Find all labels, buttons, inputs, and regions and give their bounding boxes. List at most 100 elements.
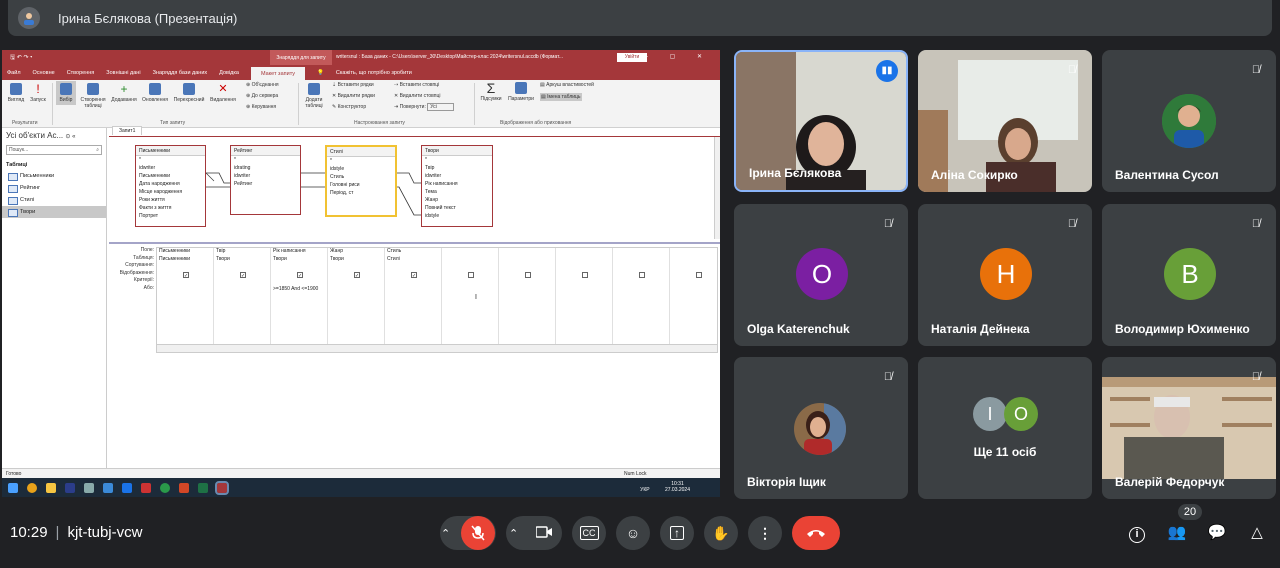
participant-tile[interactable]: 🎙̸ Валерій Федорчук: [1102, 357, 1276, 499]
totals-button[interactable]: Σ Підсумки: [478, 81, 504, 102]
show-checkbox[interactable]: ✓: [297, 271, 303, 279]
nav-item-table[interactable]: Твори: [2, 206, 106, 218]
grid-column-empty[interactable]: [613, 248, 670, 344]
insert-rows-button[interactable]: ⇣ Вставити рядки: [332, 82, 374, 88]
tab-home[interactable]: Основне: [33, 70, 55, 76]
present-button[interactable]: ↑: [660, 516, 694, 550]
nav-item-table[interactable]: Рейтинг: [2, 182, 106, 194]
show-checkbox[interactable]: ✓: [354, 271, 360, 279]
access-icon[interactable]: [215, 480, 229, 495]
show-checkbox[interactable]: [639, 271, 645, 278]
delete-cols-button[interactable]: ✕ Видалити стовпці: [394, 93, 440, 99]
window-controls[interactable]: ? — ▢ ✕: [617, 53, 712, 60]
crosstab-button[interactable]: Перехресний: [172, 83, 206, 103]
nav-section-tables[interactable]: Таблиці: [2, 157, 106, 170]
tab-help[interactable]: Довідка: [219, 70, 239, 76]
delete-rows-button[interactable]: ✕ Видалити рядки: [332, 93, 375, 99]
union-button[interactable]: ⊕ Об'єднання: [246, 82, 279, 88]
table-pane-scrollbar[interactable]: [714, 137, 720, 239]
tab-query-design[interactable]: Макет запиту: [250, 66, 306, 81]
pane-splitter[interactable]: [109, 242, 720, 244]
table-rating[interactable]: Рейтинг * idrating idwriter Рейтинг: [230, 145, 301, 215]
chevron-up-icon[interactable]: ⌃: [441, 527, 461, 540]
grid-column[interactable]: Стиль Стилі ✓: [385, 248, 442, 344]
nav-toggle-icon[interactable]: ⊙ «: [65, 134, 75, 140]
participant-tile[interactable]: 🎙̸ Валентина Сусол: [1102, 50, 1276, 192]
start-icon[interactable]: [8, 482, 18, 493]
excel-icon[interactable]: [198, 482, 208, 493]
quick-access-icons[interactable]: 🖫 ↶ ↷ ▾: [10, 53, 32, 63]
select-button[interactable]: Вибір: [56, 81, 76, 105]
query-tab[interactable]: Запит1: [109, 126, 720, 137]
grid-scrollbar[interactable]: [157, 344, 717, 352]
participant-tile[interactable]: В 🎙̸ Володимир Юхименко: [1102, 204, 1276, 346]
grid-column-empty[interactable]: [499, 248, 556, 344]
participant-tile[interactable]: 🎙̸ Вікторія Іщик: [734, 357, 908, 499]
show-checkbox[interactable]: [696, 271, 702, 278]
tab-create[interactable]: Створення: [67, 70, 95, 76]
reactions-button[interactable]: ☺: [616, 516, 650, 550]
return-control[interactable]: ⇥ Повернути: Усі: [394, 103, 454, 111]
append-button[interactable]: + Додавання: [110, 83, 138, 103]
grid-column[interactable]: Письменники Письменники ✓: [157, 248, 214, 344]
builder-button[interactable]: ✎ Конструктор: [332, 104, 366, 110]
show-checkbox[interactable]: ✓: [183, 271, 189, 279]
table-styles[interactable]: Стилі * idstyle Стиль Головні риси Періо…: [325, 145, 397, 217]
people-button[interactable]: 👥: [1166, 522, 1188, 544]
grid-column[interactable]: Жанр Твори ✓: [328, 248, 385, 344]
design-grid[interactable]: Письменники Письменники ✓ Твір Твори ✓ Р…: [156, 247, 718, 353]
tell-me-search[interactable]: Скажіть, що потрібно зробити: [336, 70, 412, 76]
participant-tile[interactable]: ▮▮ Ірина Бєлякова: [734, 50, 908, 192]
show-table-button[interactable]: Додати таблиці: [302, 83, 326, 109]
show-checkbox[interactable]: [525, 271, 531, 278]
make-table-button[interactable]: Створення таблиці: [78, 83, 108, 109]
raise-hand-button[interactable]: ✋: [704, 516, 738, 550]
show-checkbox[interactable]: [468, 271, 474, 278]
insert-cols-button[interactable]: ⇢ Вставити стовпці: [394, 82, 439, 88]
view-button[interactable]: Вигляд: [6, 83, 26, 103]
activities-button[interactable]: △: [1246, 522, 1268, 544]
passthrough-button[interactable]: ⊕ До сервера: [246, 93, 278, 99]
nav-item-table[interactable]: Стилі: [2, 194, 106, 206]
explorer-icon[interactable]: [46, 482, 56, 493]
participant-tile[interactable]: Н 🎙̸ Наталія Дейнека: [918, 204, 1092, 346]
mic-control[interactable]: ⌃: [440, 516, 496, 550]
chrome-icon[interactable]: [27, 482, 37, 493]
powerpoint-icon[interactable]: [179, 482, 189, 493]
table-names-button[interactable]: ▤ Імена таблиць: [540, 93, 582, 101]
run-button[interactable]: ! Запуск: [28, 83, 48, 103]
chevron-up-icon[interactable]: ⌃: [509, 527, 529, 540]
property-sheet-button[interactable]: ▤ Аркуш властивостей: [540, 82, 594, 88]
captions-button[interactable]: CC: [572, 516, 606, 550]
app-icon[interactable]: [141, 482, 151, 493]
grid-column[interactable]: Твір Твори ✓: [214, 248, 271, 344]
show-checkbox[interactable]: ✓: [240, 271, 246, 279]
nav-search-input[interactable]: Пошук... ⌕: [6, 145, 102, 155]
grid-column[interactable]: Рік написання Твори ✓ >=1850 And <=1900: [271, 248, 328, 344]
tab-file[interactable]: Файл: [7, 70, 21, 76]
table-works[interactable]: Твори * Твір idwriter Рік написання Тема…: [421, 145, 493, 227]
calculator-icon[interactable]: [84, 482, 94, 493]
participant-tile[interactable]: 🎙̸ Аліна Сокирко: [918, 50, 1092, 192]
camera-control[interactable]: ⌃: [506, 516, 562, 550]
participant-tile[interactable]: O 🎙̸ Olga Katerenchuk: [734, 204, 908, 346]
mail-icon[interactable]: [122, 482, 132, 493]
tab-dbtools[interactable]: Знаряддя бази даних: [153, 70, 208, 76]
parameters-button[interactable]: Параметри: [506, 82, 536, 102]
table-writers[interactable]: Письменники * idwriter Письменники Дата …: [135, 145, 206, 227]
grid-column-empty[interactable]: [556, 248, 613, 344]
grid-column-empty[interactable]: [670, 248, 720, 344]
tab-external[interactable]: Зовнішні дані: [106, 70, 140, 76]
more-options-button[interactable]: ⋮: [748, 516, 782, 550]
chrome-icon[interactable]: [160, 482, 170, 493]
camera-icon[interactable]: [529, 525, 559, 541]
nav-item-table[interactable]: Письменники: [2, 170, 106, 182]
show-checkbox[interactable]: ✓: [411, 271, 417, 279]
return-select[interactable]: Усі: [427, 103, 454, 111]
photoshop-icon[interactable]: [65, 482, 75, 493]
data-definition-button[interactable]: ⊕ Керування: [246, 104, 276, 110]
chat-button[interactable]: 💬: [1206, 522, 1228, 544]
store-icon[interactable]: [103, 482, 113, 493]
grid-column-empty[interactable]: [442, 248, 499, 344]
update-button[interactable]: Оновлення: [140, 83, 170, 103]
